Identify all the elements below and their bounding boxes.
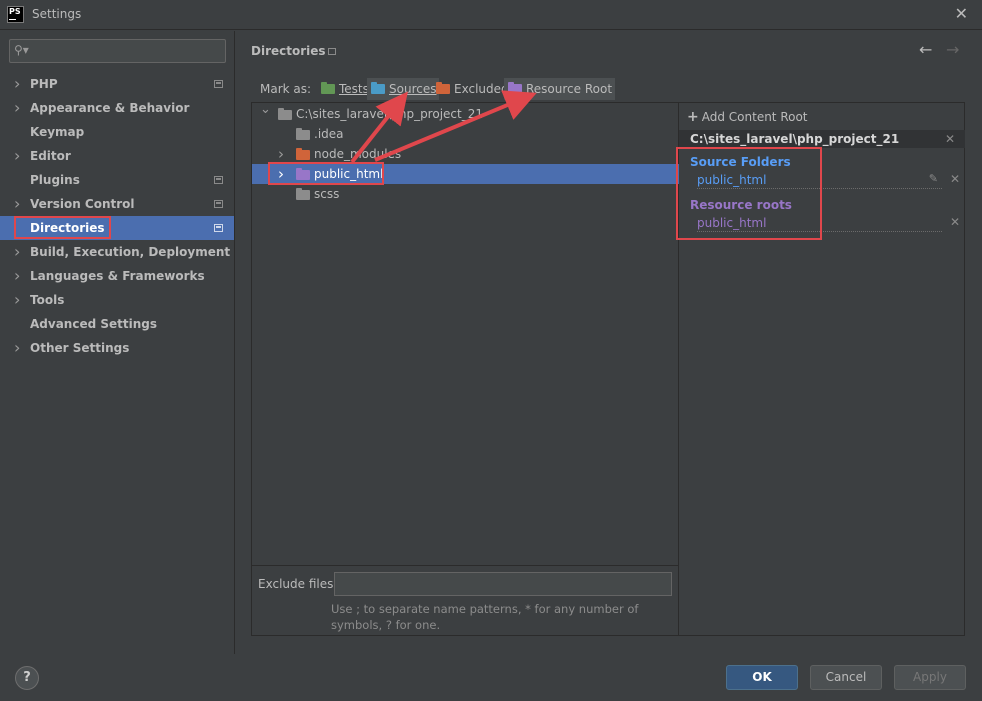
sidebar-item-label: Tools [30, 293, 65, 307]
project-config-icon [214, 176, 223, 184]
edit-pencil-icon[interactable]: ✎ [929, 172, 938, 186]
ok-button[interactable]: OK [726, 665, 798, 690]
chevron-right-icon[interactable]: › [14, 336, 20, 360]
project-config-icon [214, 80, 223, 88]
sidebar-item-build-execution-deployment[interactable]: › Build, Execution, Deployment [0, 240, 234, 264]
back-arrow-icon[interactable]: ← [919, 40, 932, 59]
highlight-source-resource-box [676, 147, 822, 240]
mark-resource-root-button[interactable]: Resource Root [504, 78, 616, 100]
search-input[interactable]: ⚲▾ [9, 39, 226, 63]
sources-folder-icon [371, 82, 385, 94]
mark-tests-button[interactable]: Tests [317, 78, 372, 100]
settings-nav: › PHP › Appearance & Behavior Keymap › Editor P… [0, 72, 234, 360]
exclude-files-panel: Exclude files: Use ; to separate name pa… [251, 566, 679, 636]
apply-button[interactable]: Apply [894, 665, 966, 690]
sidebar-item-advanced-settings[interactable]: Advanced Settings [0, 312, 234, 336]
chevron-right-icon[interactable]: › [14, 72, 20, 96]
close-icon[interactable]: ✕ [955, 4, 968, 23]
forward-arrow-icon[interactable]: → [946, 40, 959, 59]
sidebar-item-version-control[interactable]: › Version Control [0, 192, 234, 216]
tree-item-label: scss [314, 187, 340, 201]
sidebar-item-directories[interactable]: Directories [0, 216, 234, 240]
sidebar-item-tools[interactable]: › Tools [0, 288, 234, 312]
window-title: Settings [32, 7, 82, 21]
project-config-icon [214, 224, 223, 232]
page-title: Directories [251, 44, 326, 58]
sidebar-item-label: PHP [30, 77, 58, 91]
tests-folder-icon [321, 82, 335, 94]
folder-icon [278, 108, 292, 120]
sidebar-item-other-settings[interactable]: › Other Settings [0, 336, 234, 360]
chevron-right-icon[interactable]: › [14, 192, 20, 216]
mark-excluded-button[interactable]: Excluded [432, 78, 512, 100]
settings-sidebar: ⚲▾ › PHP › Appearance & Behavior Keymap › Edit… [0, 31, 235, 654]
tree-item-label: .idea [314, 127, 344, 141]
exclude-files-label: Exclude files: [258, 577, 338, 591]
sidebar-item-keymap[interactable]: Keymap [0, 120, 234, 144]
highlight-directories [14, 216, 111, 239]
project-config-icon [214, 200, 223, 208]
cancel-button[interactable]: Cancel [810, 665, 882, 690]
chevron-right-icon[interactable]: › [14, 288, 20, 312]
project-config-icon [328, 48, 336, 55]
excluded-folder-icon [436, 82, 450, 94]
sidebar-item-languages-frameworks[interactable]: › Languages & Frameworks [0, 264, 234, 288]
chevron-right-icon[interactable]: › [278, 144, 284, 164]
exclude-files-hint: Use ; to separate name patterns, * for a… [331, 602, 639, 632]
sidebar-item-plugins[interactable]: Plugins [0, 168, 234, 192]
chevron-right-icon[interactable]: › [14, 240, 20, 264]
chevron-right-icon[interactable]: › [14, 96, 20, 120]
chevron-right-icon[interactable]: › [14, 144, 20, 168]
sidebar-item-label: Version Control [30, 197, 135, 211]
tree-item-label: node_modules [314, 147, 402, 161]
remove-resource-icon[interactable]: ✕ [950, 215, 960, 229]
sidebar-item-label: Build, Execution, Deployment [30, 245, 231, 259]
sidebar-item-label: Advanced Settings [30, 317, 158, 331]
chevron-down-icon[interactable]: ⌄ [260, 100, 271, 120]
mark-as-label: Mark as: [260, 82, 312, 96]
sidebar-item-php[interactable]: › PHP [0, 72, 234, 96]
content-root-path: C:\sites_laravel\php_project_21 ✕ [679, 130, 965, 148]
title-bar: PS Settings ✕ [0, 0, 982, 30]
sidebar-item-label: Keymap [30, 125, 85, 139]
mark-sources-button[interactable]: Sources [367, 78, 440, 100]
chevron-right-icon[interactable]: › [14, 264, 20, 288]
folder-icon [296, 148, 310, 160]
sidebar-item-label: Languages & Frameworks [30, 269, 205, 283]
remove-source-icon[interactable]: ✕ [950, 172, 960, 186]
sidebar-item-editor[interactable]: › Editor [0, 144, 234, 168]
remove-root-icon[interactable]: ✕ [945, 130, 955, 148]
resource-root-folder-icon [508, 82, 522, 94]
phpstorm-logo-icon: PS [7, 6, 24, 23]
sidebar-item-label: Appearance & Behavior [30, 101, 190, 115]
folder-icon [296, 188, 310, 200]
search-icon: ⚲▾ [14, 43, 29, 57]
help-button[interactable]: ? [15, 666, 39, 690]
highlight-public-html [268, 162, 384, 185]
sidebar-item-label: Plugins [30, 173, 80, 187]
sidebar-item-label: Other Settings [30, 341, 130, 355]
sidebar-item-appearance-behavior[interactable]: › Appearance & Behavior [0, 96, 234, 120]
sidebar-item-label: Editor [30, 149, 71, 163]
plus-icon: + [687, 109, 699, 125]
tree-item-label: C:\sites_laravel\php_project_21 [296, 107, 483, 121]
folder-icon [296, 128, 310, 140]
exclude-files-input[interactable] [334, 572, 672, 596]
add-content-root-button[interactable]: + Add Content Root [687, 109, 808, 125]
